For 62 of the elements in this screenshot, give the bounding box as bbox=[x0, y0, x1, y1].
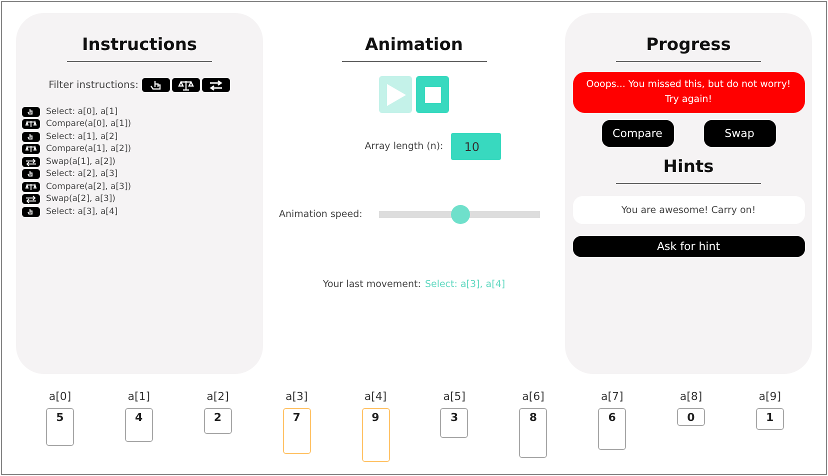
swap-arrows-icon bbox=[208, 80, 224, 90]
index-label: a[0] bbox=[48, 390, 72, 403]
array-bar: 4 bbox=[124, 408, 153, 442]
array-bar: 3 bbox=[440, 408, 468, 438]
hand-icon bbox=[22, 169, 40, 180]
filter-button[interactable] bbox=[142, 78, 170, 92]
instruction-text: Swap(a[2], a[3]) bbox=[46, 194, 116, 204]
action-button[interactable]: Compare bbox=[602, 120, 674, 148]
hand-icon bbox=[22, 206, 40, 217]
array-bar: 1 bbox=[756, 408, 784, 430]
scale-icon bbox=[178, 80, 194, 90]
index-label: a[8] bbox=[680, 390, 702, 403]
swap-arrows-icon bbox=[22, 194, 40, 204]
array-length-label: Array length (n): bbox=[364, 141, 444, 152]
instruction-text: Select: a[2], a[3] bbox=[46, 169, 118, 180]
array-bar: 8 bbox=[519, 408, 548, 458]
array-bar: 5 bbox=[46, 408, 74, 446]
filter-button[interactable] bbox=[172, 78, 200, 92]
filter-button[interactable] bbox=[202, 78, 230, 92]
scale-icon bbox=[22, 182, 40, 192]
index-label: a[4] bbox=[364, 390, 387, 403]
panel-title: Progress bbox=[646, 35, 731, 55]
slider-thumb[interactable] bbox=[450, 205, 470, 224]
index-label: a[7] bbox=[600, 390, 624, 403]
index-label: a[5] bbox=[443, 390, 466, 403]
panel-title: Hints bbox=[663, 157, 714, 178]
instruction-text: Compare(a[0], a[1]) bbox=[46, 119, 132, 130]
ask-hint-button[interactable]: Ask for hint bbox=[572, 236, 804, 258]
stop-button[interactable] bbox=[416, 76, 449, 113]
instruction-text: Select: a[0], a[1] bbox=[46, 106, 118, 117]
stop-icon bbox=[424, 86, 440, 102]
action-button[interactable]: Swap bbox=[704, 120, 776, 148]
instruction-text: Compare(a[2], a[3]) bbox=[46, 182, 132, 192]
array-bar: 0 bbox=[677, 408, 705, 426]
swap-arrows-icon bbox=[22, 156, 40, 167]
index-label: a[3] bbox=[285, 390, 308, 403]
panel-title: Instructions bbox=[82, 35, 198, 55]
scale-icon bbox=[22, 119, 40, 130]
array-length-field[interactable]: 10 bbox=[451, 133, 502, 160]
hint-message: You are awesome! Carry on! bbox=[572, 196, 804, 224]
filter-label: Filter instructions: bbox=[48, 80, 138, 90]
instruction-text: Select: a[1], a[2] bbox=[46, 132, 118, 142]
panel-title: Animation bbox=[364, 35, 463, 55]
instruction-text: Swap(a[1], a[2]) bbox=[46, 156, 116, 167]
instruction-text: Select: a[3], a[4] bbox=[46, 206, 118, 217]
last-movement-label: Your last movement: bbox=[322, 279, 421, 290]
error-message: Ooops... You missed this, but do not worry! Try again! bbox=[572, 72, 804, 114]
array-bar: 7 bbox=[282, 408, 311, 454]
instruction-text: Compare(a[1], a[2]) bbox=[46, 144, 132, 154]
last-movement-value: Select: a[3], a[4] bbox=[424, 279, 506, 290]
hand-icon bbox=[22, 132, 40, 142]
index-label: a[9] bbox=[758, 390, 782, 403]
array-bar: 2 bbox=[204, 408, 232, 434]
array-bar: 9 bbox=[362, 408, 390, 462]
index-label: a[1] bbox=[128, 390, 150, 403]
index-label: a[6] bbox=[522, 390, 544, 403]
array-bar: 6 bbox=[598, 408, 626, 450]
index-label: a[2] bbox=[206, 390, 229, 403]
hand-icon bbox=[22, 106, 40, 117]
scale-icon bbox=[22, 144, 40, 154]
play-icon bbox=[384, 82, 406, 106]
speed-label: Animation speed: bbox=[279, 209, 362, 220]
